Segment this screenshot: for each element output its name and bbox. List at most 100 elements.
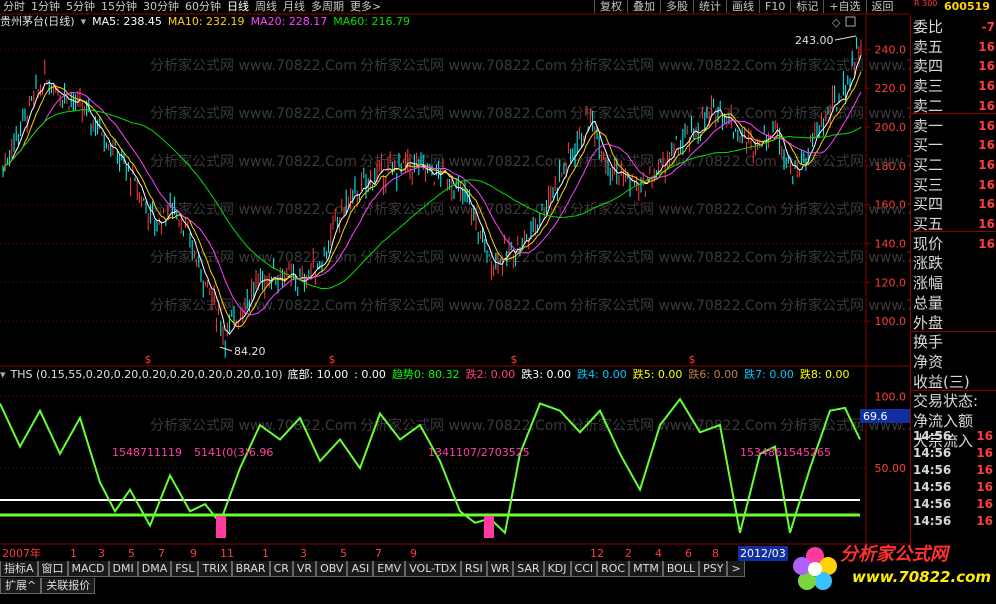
ma-settings-icon[interactable]: ▾ xyxy=(81,15,87,29)
ma-label: MA60: 216.79 xyxy=(333,15,410,28)
indicator-tab[interactable]: ROC xyxy=(597,561,630,577)
ind-tick-label: 50.00 xyxy=(875,462,907,475)
price-tick-label: 220.0 xyxy=(875,82,907,95)
period-tab[interactable]: 周线 xyxy=(252,0,280,13)
watermark-text: 分析家公式网 www.70822.Com xyxy=(360,105,567,122)
tick-row: 14:56 16 xyxy=(913,428,996,445)
period-tab[interactable]: 日线 xyxy=(224,0,252,13)
current-value-text: 69.6 xyxy=(863,410,888,423)
period-tab[interactable]: 月线 xyxy=(280,0,308,13)
period-tab[interactable]: 分时 xyxy=(0,0,28,13)
function-button[interactable]: F10 xyxy=(759,0,790,13)
watermark-text: 分析家公式网 www.70822.Com xyxy=(150,105,357,122)
date-label: 6 xyxy=(685,547,692,560)
date-label: 9 xyxy=(190,547,197,560)
chart-canvas[interactable]: 240.0220.0200.0180.0160.0140.0120.0100.0… xyxy=(0,0,996,604)
quote-row: 卖三 16 xyxy=(913,77,996,96)
quote-row: 买四 16 xyxy=(913,195,996,214)
date-label: 3 xyxy=(98,547,105,560)
function-button[interactable]: 画线 xyxy=(726,0,759,13)
indicator-value: 底部: 10.00 xyxy=(287,368,349,381)
indicator-tabs: 指标A 窗口 MACD DMI DMA FSL TRIX BRAR CR VR OBV ASI EMV V… xyxy=(0,561,800,577)
period-tab[interactable]: 多周期 xyxy=(308,0,347,13)
function-button[interactable]: 返回 xyxy=(865,0,899,13)
watermark-text: 分析家公式网 www.70822.Com xyxy=(150,417,357,434)
indicator-tab[interactable]: VR xyxy=(292,561,317,577)
period-tab[interactable]: 30分钟 xyxy=(140,0,182,13)
period-tab[interactable]: 更多> xyxy=(347,0,384,13)
price-tick-label: 200.0 xyxy=(875,121,907,134)
period-tab[interactable]: 15分钟 xyxy=(98,0,140,13)
indicator-tab[interactable]: FSL xyxy=(171,561,199,577)
indicator-settings-icon[interactable]: ▾ xyxy=(0,368,6,382)
quote-label: 委比 xyxy=(913,18,944,36)
function-button[interactable]: 标记 xyxy=(790,0,823,13)
quote-label: 换手 xyxy=(913,333,944,352)
indicator-tab[interactable]: EMV xyxy=(373,561,406,577)
indicator-tab[interactable]: BOLL xyxy=(662,561,700,577)
quote-row: 买一 16 xyxy=(913,136,996,155)
indicator-tab[interactable]: CCI xyxy=(570,561,598,577)
indicator-value: 跌7: 0.00 xyxy=(744,368,794,381)
tick-price: 16 xyxy=(976,514,993,528)
indicator-value: 跌8: 0.00 xyxy=(799,368,850,381)
period-tab[interactable]: 1分钟 xyxy=(28,0,63,13)
quote-row: 现价 16 xyxy=(913,235,996,254)
bottom-signal-bar xyxy=(484,516,494,538)
panel-divider xyxy=(911,390,996,391)
indicator-tab[interactable]: > xyxy=(727,561,745,577)
tick-row: 14:56 16 xyxy=(913,445,996,462)
logo-name: 分析家公式网 xyxy=(840,544,948,565)
price-tick-label: 100.0 xyxy=(875,315,907,328)
bottom-tab[interactable]: 关联报价 xyxy=(41,578,96,594)
bottom-tab[interactable]: 扩展^ xyxy=(0,578,42,594)
indicator-tab[interactable]: RSI xyxy=(460,561,487,577)
quote-label: 交易状态: xyxy=(913,392,979,411)
ma-label: MA10: 232.19 xyxy=(167,15,245,28)
indicator-tab[interactable]: MTM xyxy=(629,561,663,577)
function-button[interactable]: 统计 xyxy=(693,0,726,13)
quote-value: 16 xyxy=(978,236,995,251)
function-button[interactable]: 多股 xyxy=(660,0,693,13)
indicator-tab[interactable]: 指标A xyxy=(0,561,38,577)
indicator-value: 跌6: 0.00 xyxy=(688,368,739,381)
indicator-header: ▾ THS (0.15,55,0.20,0.20,0.20,0.20,0.20,… xyxy=(0,368,870,382)
indicator-tab[interactable]: PSY xyxy=(699,561,728,577)
indicator-tab[interactable]: 窗口 xyxy=(37,561,68,577)
ind-tick-label: 100.0 xyxy=(875,390,907,403)
quote-label: 总量 xyxy=(913,293,944,312)
indicator-tab[interactable]: BRAR xyxy=(231,561,270,577)
indicator-tab[interactable]: KDJ xyxy=(543,561,571,577)
signal-value-label: 5141(0(3)6.96 xyxy=(194,446,273,459)
function-button[interactable]: 叠加 xyxy=(627,0,660,13)
indicator-tab[interactable]: MACD xyxy=(67,561,109,577)
ma-label: MA20: 228.17 xyxy=(250,15,328,28)
quote-label: 收益(三) xyxy=(913,372,970,391)
quote-label: 买三 xyxy=(913,175,944,194)
indicator-tab[interactable]: SAR xyxy=(513,561,544,577)
indicator-tab[interactable]: TRIX xyxy=(198,561,232,577)
quote-row: 卖四 16 xyxy=(913,57,996,76)
top-toolbar: 分时 1分钟 5分钟 15分钟 30分钟 60分钟 日线 周线 月线 多周期 更多> 复权 叠加 多股统… xyxy=(0,0,996,13)
function-button[interactable]: 复权 xyxy=(594,0,627,13)
indicator-tab[interactable]: ASI xyxy=(347,561,374,577)
stock-code-box[interactable]: R 300 600519 xyxy=(914,0,996,13)
period-tab[interactable]: 60分钟 xyxy=(182,0,224,13)
indicator-tab[interactable]: VOL-TDX xyxy=(405,561,461,577)
tick-time: 14:56 xyxy=(913,446,952,460)
watermark-text: 分析家公式网 www.70822.Com xyxy=(360,297,567,314)
period-tab[interactable]: 5分钟 xyxy=(63,0,98,13)
quote-row: 净资 xyxy=(913,353,996,372)
indicator-tab[interactable]: DMI xyxy=(108,561,138,577)
date-label: 7 xyxy=(158,547,165,560)
watermark-text: 分析家公式网 www.70822.Com xyxy=(150,153,357,170)
date-label: 2012/03 xyxy=(738,546,788,561)
indicator-tab[interactable]: OBV xyxy=(316,561,348,577)
date-label: 2007年 xyxy=(2,547,41,560)
indicator-tab[interactable]: WR xyxy=(486,561,514,577)
indicator-tab[interactable]: DMA xyxy=(137,561,172,577)
function-button[interactable]: +自选 xyxy=(823,0,865,13)
indicator-tab[interactable]: CR xyxy=(269,561,293,577)
logo-url: www.70822.com xyxy=(852,568,992,586)
quote-row: 收益(三) xyxy=(913,373,996,392)
